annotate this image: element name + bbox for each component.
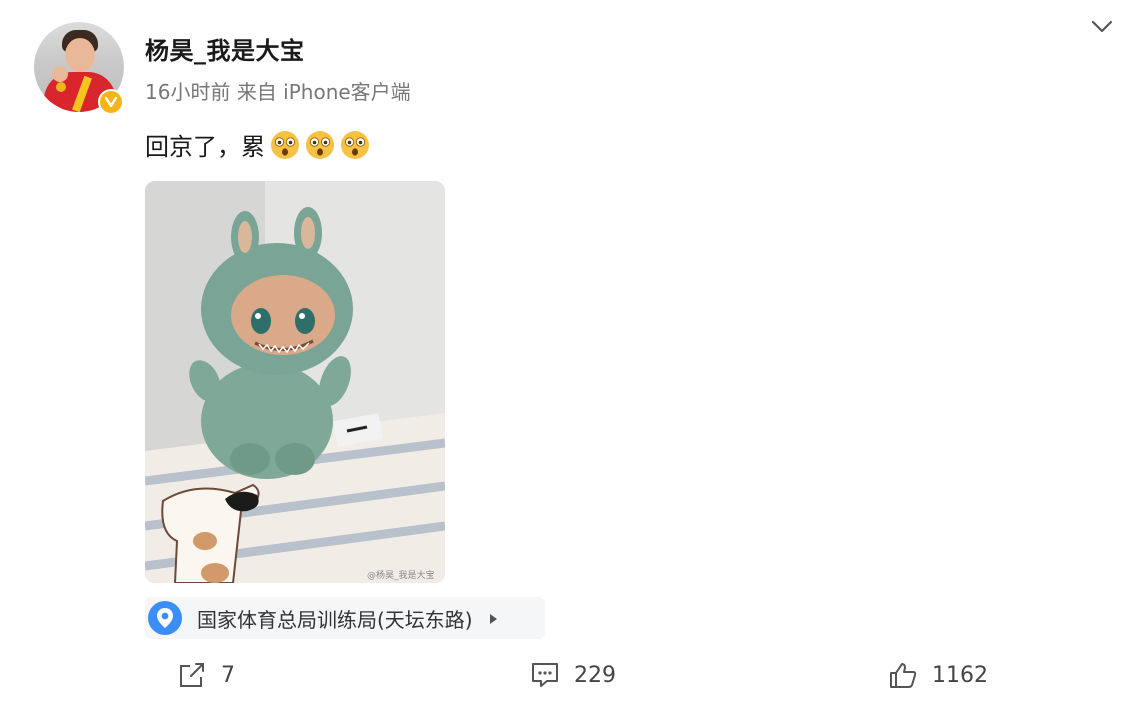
comment-icon — [530, 660, 560, 690]
post-text-content: 回京了，累 — [145, 133, 265, 161]
location-label: 国家体育总局训练局(天坛东路) — [197, 607, 473, 632]
like-button[interactable]: 1162 — [888, 660, 988, 690]
post-source: 来自 iPhone客户端 — [236, 80, 411, 104]
chevron-down-icon[interactable] — [1089, 16, 1115, 38]
svg-text:@杨昊_我是大宝: @杨昊_我是大宝 — [367, 569, 435, 581]
shocked-emoji-icon — [305, 130, 335, 160]
location-tag[interactable]: 国家体育总局训练局(天坛东路) — [145, 597, 545, 639]
username[interactable]: 杨昊_我是大宝 — [145, 31, 305, 66]
caret-right-icon — [487, 611, 499, 625]
location-pin-icon — [147, 600, 183, 636]
like-count: 1162 — [932, 662, 988, 688]
post-time: 16小时前 — [145, 80, 231, 104]
post-photo[interactable]: @杨昊_我是大宝 — [145, 181, 445, 583]
weibo-post: 杨昊_我是大宝 16小时前 来自 iPhone客户端 回京了，累 @杨昊_我是大… — [0, 0, 1146, 708]
repost-icon — [177, 660, 207, 690]
post-text: 回京了，累 — [145, 127, 370, 162]
repost-count: 7 — [221, 662, 235, 688]
thumbs-up-icon — [888, 660, 918, 690]
post-meta: 16小时前 来自 iPhone客户端 — [145, 76, 411, 105]
comment-button[interactable]: 229 — [530, 660, 616, 690]
verified-badge-icon — [98, 89, 124, 115]
repost-button[interactable]: 7 — [177, 660, 235, 690]
shocked-emoji-icon — [340, 130, 370, 160]
shocked-emoji-icon — [270, 130, 300, 160]
comment-count: 229 — [574, 662, 616, 688]
